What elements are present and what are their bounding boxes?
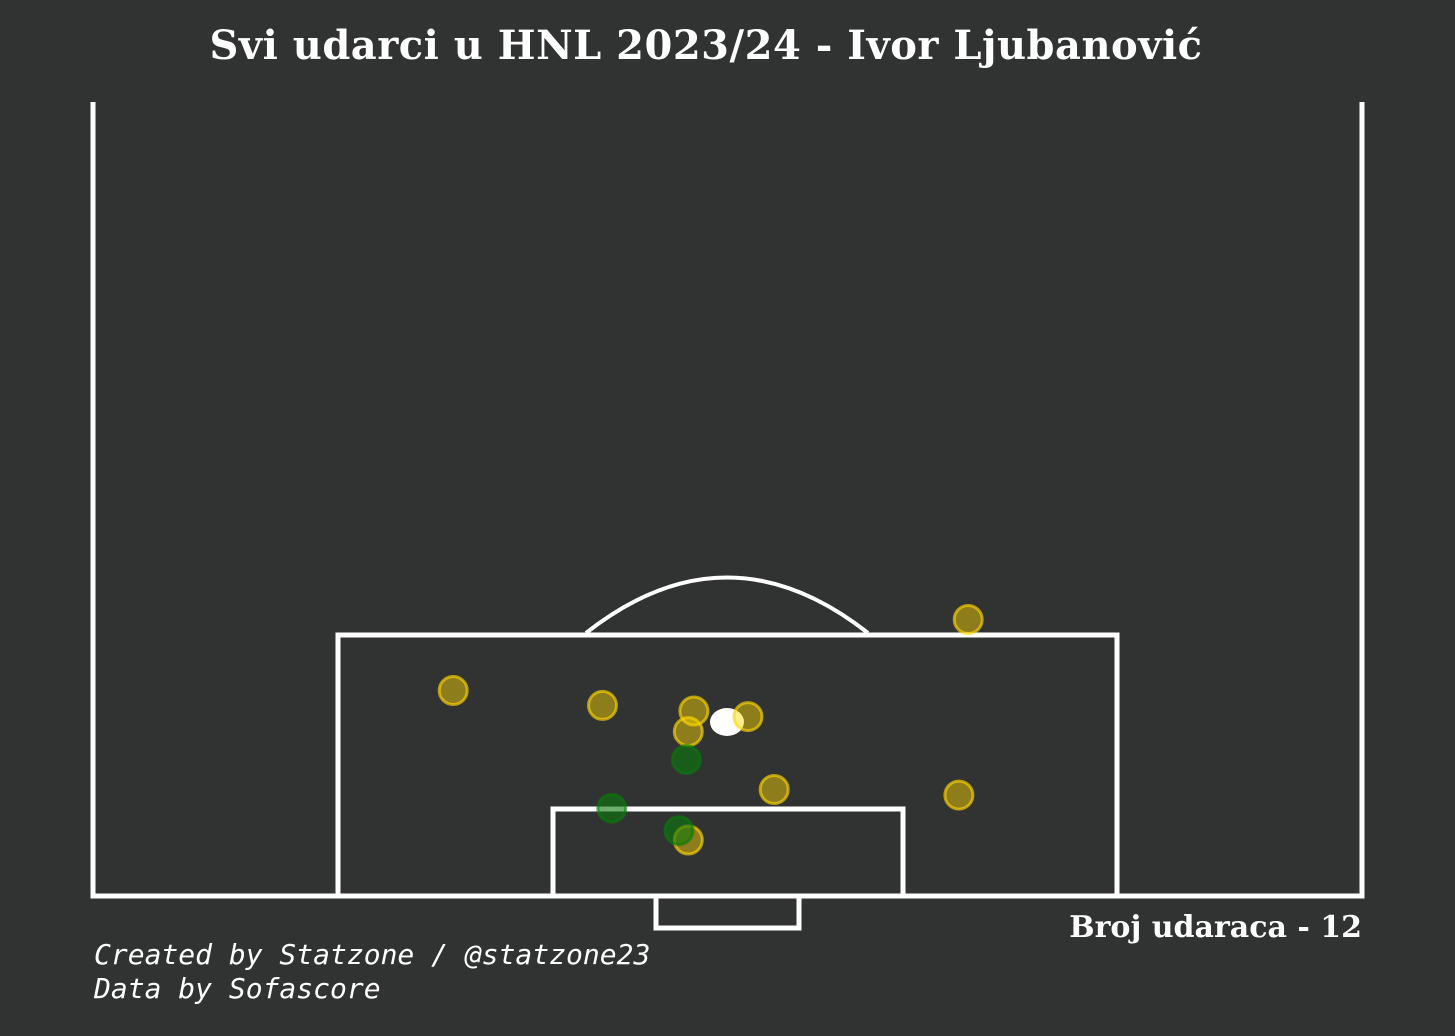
shot-marker-7: [943, 779, 975, 811]
pitch-plot: [90, 102, 1365, 931]
shot-marker-3: [732, 701, 764, 733]
shot-marker-6: [952, 604, 984, 635]
goal-shot-marker-10: [596, 792, 628, 824]
data-source-text: Data by Sofascore: [94, 972, 381, 1005]
shot-marker-0: [437, 675, 469, 706]
credits: Created by Statzone / @statzone23 Data b…: [94, 938, 650, 1006]
goal: [653, 896, 802, 931]
shot-marker-4: [672, 716, 704, 748]
created-by-text: Created by Statzone / @statzone23: [94, 938, 651, 971]
goal-shot-marker-11: [663, 815, 695, 847]
shot-marker-1: [587, 689, 618, 721]
goal-shot-marker-9: [670, 744, 702, 776]
touchlines-and-goal-line: [90, 102, 1365, 899]
penalty-arc: [584, 575, 870, 635]
shot-count-label: Broj udaraca - 12: [1069, 910, 1362, 945]
penalty-area: [335, 632, 1120, 896]
shot-marker-5: [758, 774, 790, 805]
pitch-markings: [90, 102, 1365, 931]
